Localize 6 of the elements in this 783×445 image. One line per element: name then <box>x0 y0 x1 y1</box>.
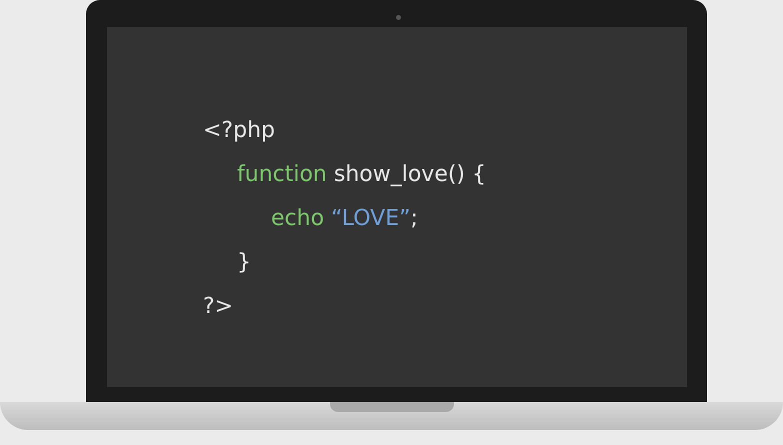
code-line: ?> <box>203 293 234 321</box>
code-line: <?php <box>203 117 276 145</box>
code-line: } <box>237 249 252 277</box>
code-line: echo “LOVE”; <box>271 205 419 233</box>
camera-icon <box>396 15 401 20</box>
code-line: function show_love() { <box>237 161 488 189</box>
